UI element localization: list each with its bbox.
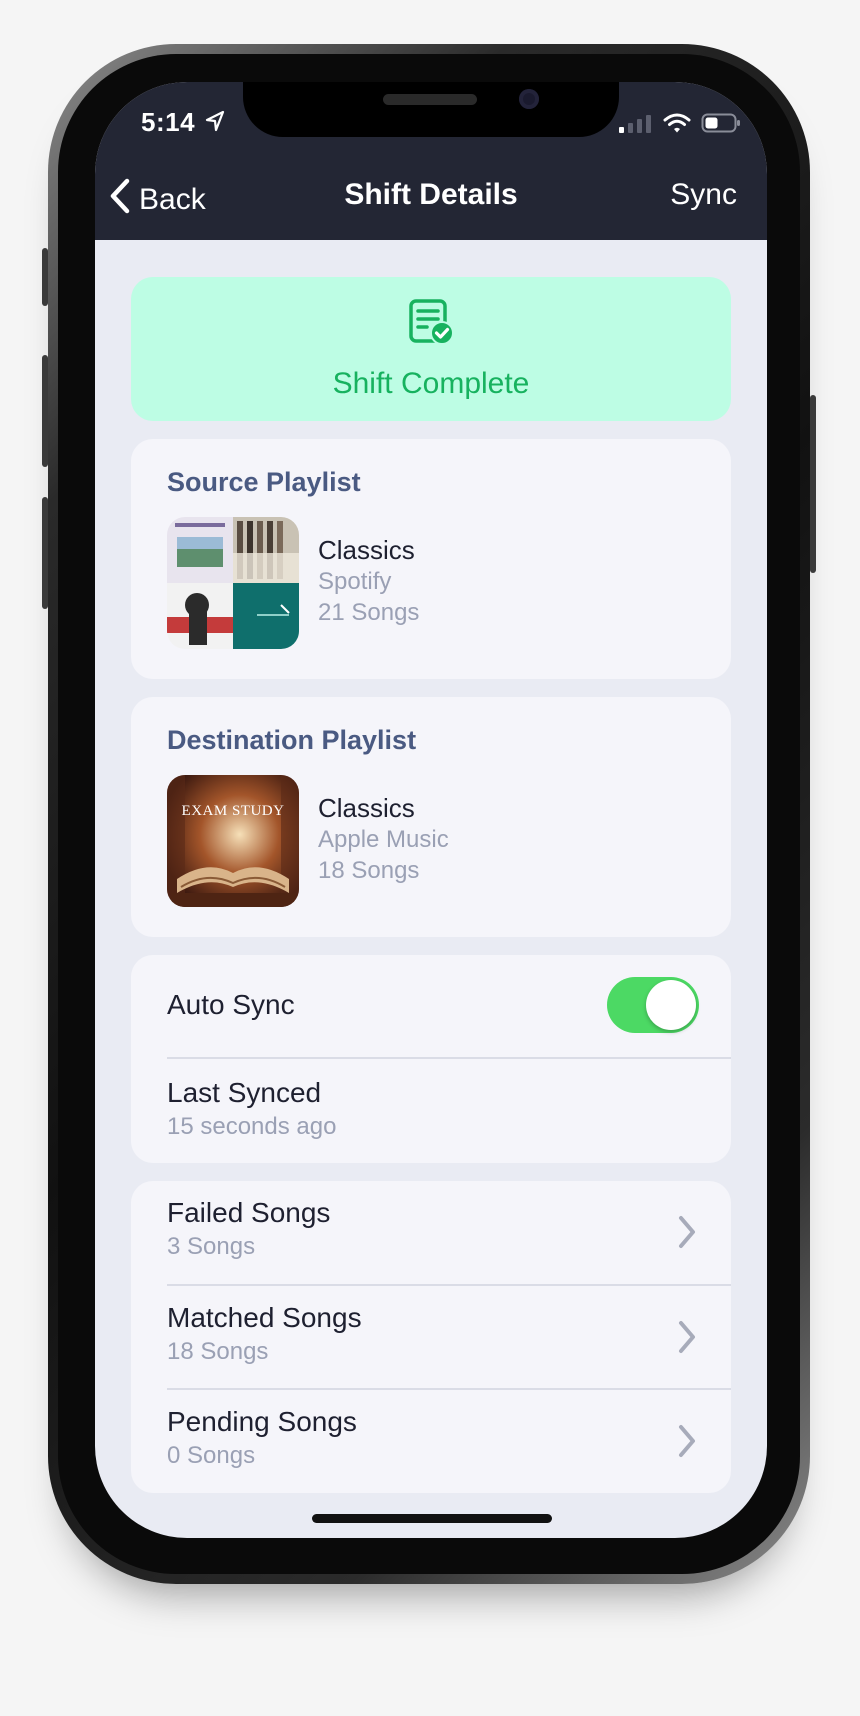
source-playlist-info: Classics Spotify 21 Songs [318,535,419,628]
battery-icon [701,112,741,139]
auto-sync-toggle-knob [646,980,696,1030]
shift-complete-banner: Shift Complete [131,277,731,421]
cellular-signal-icon [619,113,653,138]
destination-playlist-card[interactable]: Destination Playlist EXAM STUDY Classics… [131,697,731,937]
destination-playlist-name: Classics [318,793,415,823]
matched-songs-count: 18 Songs [167,1338,269,1365]
destination-playlist-service: Apple Music [318,826,449,853]
failed-songs-count: 3 Songs [167,1233,256,1260]
destination-artwork-text: EXAM STUDY [181,803,285,819]
source-playlist-service: Spotify [318,568,392,595]
chevron-right-icon [677,1424,697,1463]
pending-songs-label: Pending Songs [167,1406,357,1437]
last-synced-label: Last Synced [167,1077,322,1108]
source-playlist-heading: Source Playlist [167,467,361,497]
destination-playlist-artwork: EXAM STUDY [167,775,299,907]
status-indicators [619,112,741,139]
sync-button[interactable]: Sync [670,178,737,212]
auto-sync-label: Auto Sync [167,989,295,1020]
songs-card: Failed Songs 3 Songs Matched Songs 18 So… [131,1181,731,1493]
shift-status-title: Shift Complete [332,366,530,400]
destination-playlist-info: Classics Apple Music 18 Songs [318,793,449,886]
destination-playlist-heading: Destination Playlist [167,725,417,755]
page-title: Shift Details [344,178,518,211]
auto-sync-toggle[interactable] [607,977,699,1033]
matched-songs-row[interactable]: Matched Songs 18 Songs [167,1286,731,1390]
home-indicator[interactable] [312,1514,552,1523]
location-arrow-icon [205,110,225,137]
screen: 5:14 Back Shift Details Sync Shift Compl… [95,82,767,1538]
last-synced-row: Last Synced 15 seconds ago [167,1059,731,1163]
checklist-check-icon [407,298,455,351]
auto-sync-row: Auto Sync [167,955,731,1059]
source-playlist-artwork [167,517,299,649]
failed-songs-label: Failed Songs [167,1197,331,1228]
destination-playlist-count: 18 Songs [318,857,420,884]
source-playlist-count: 21 Songs [318,599,420,626]
chevron-right-icon [677,1215,697,1254]
volume-down-button [42,497,48,609]
wifi-icon [663,112,691,139]
volume-up-button [42,355,48,467]
content: Shift Complete Source Playlist Classics … [131,277,731,1493]
failed-songs-row[interactable]: Failed Songs 3 Songs [167,1181,731,1286]
earpiece-speaker [383,94,477,105]
source-playlist-card[interactable]: Source Playlist Classics Spotify 21 Song… [131,439,731,679]
last-synced-value: 15 seconds ago [167,1113,337,1140]
notch [243,82,619,137]
navigation-bar: 5:14 Back Shift Details Sync [95,82,767,240]
status-time: 5:14 [141,107,196,137]
sync-settings-card: Auto Sync Last Synced 15 seconds ago [131,955,731,1163]
matched-songs-label: Matched Songs [167,1302,362,1333]
mute-switch [42,248,48,306]
chevron-right-icon [677,1320,697,1359]
pending-songs-count: 0 Songs [167,1442,256,1469]
pending-songs-row[interactable]: Pending Songs 0 Songs [167,1390,731,1493]
front-camera [519,89,539,109]
source-playlist-name: Classics [318,535,415,565]
power-button [810,395,816,573]
